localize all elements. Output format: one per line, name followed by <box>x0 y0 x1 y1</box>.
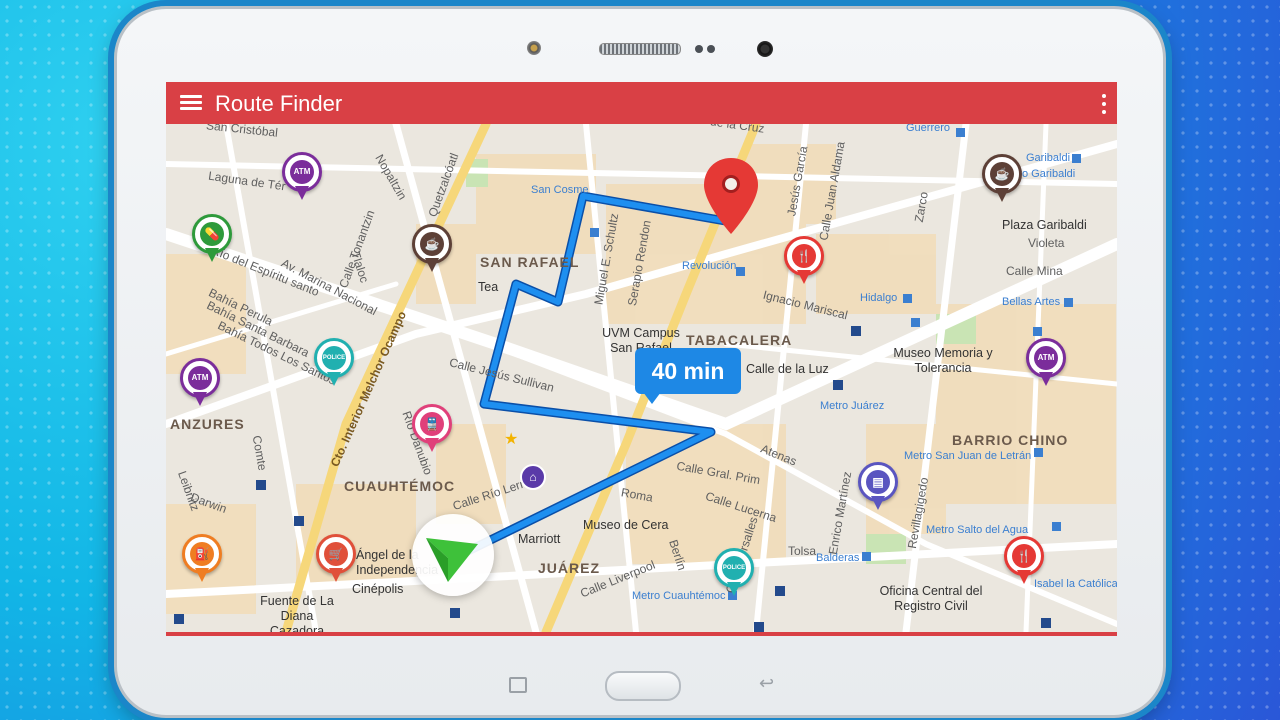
district-label: BARRIO CHINO <box>952 432 1069 448</box>
police-icon: POLICE <box>322 346 346 370</box>
metro-label: Metro Salto del Agua <box>926 524 1029 536</box>
cafe-pin[interactable]: ☕ <box>982 154 1022 204</box>
eta-badge: 40 min <box>635 348 741 394</box>
police-pin[interactable]: POLICE <box>314 338 354 388</box>
coffee-icon: ☕ <box>420 232 444 256</box>
metro-label: Hidalgo <box>860 292 898 304</box>
atm-pin[interactable]: ATM <box>1026 338 1066 388</box>
shopping-pin[interactable]: 🛒 <box>316 534 356 584</box>
bus-stop-icon: ▤ <box>866 470 890 494</box>
cafe-pin[interactable]: ☕ <box>412 224 452 274</box>
destination-pin-icon[interactable] <box>702 156 760 236</box>
atm-pin[interactable]: ATM <box>282 152 322 202</box>
current-location-button[interactable] <box>412 514 494 596</box>
bus-stop-pin[interactable]: ▤ <box>858 462 898 512</box>
district-label: CUAUHTÉMOC <box>344 478 456 494</box>
police-icon: POLICE <box>722 556 746 580</box>
metro-label: Garibaldi <box>1026 152 1071 164</box>
metro-label: Metro Juárez <box>820 400 885 412</box>
place-label: Isabel la Católica <box>1034 578 1117 590</box>
back-button[interactable]: ↩ <box>759 673 774 694</box>
place-label: Plaza Garibaldi <box>1002 218 1087 232</box>
district-label: TABACALERA <box>686 332 793 348</box>
restaurant-icon: 🍴 <box>1012 544 1036 568</box>
metro-label: Metro Cuauhtémoc <box>632 590 726 602</box>
shopping-bag-icon[interactable]: ⌂ <box>520 464 546 490</box>
police-pin[interactable]: POLICE <box>714 548 754 598</box>
place-label: Museo Memoria y Tolerancia <box>893 346 993 375</box>
district-label: JUÁREZ <box>538 560 601 576</box>
metro-label: Metro San Juan de Letrán <box>904 450 1032 462</box>
district-label: ANZURES <box>170 416 245 432</box>
place-label: Marriott <box>518 532 561 546</box>
district-label: SAN RAFAEL <box>480 254 580 270</box>
metro-label: San Cosme <box>531 184 589 196</box>
pill-icon: 💊 <box>200 222 224 246</box>
gas-station-icon: ⛽ <box>190 542 214 566</box>
atm-icon: ATM <box>1034 346 1058 370</box>
place-label: Museo de Cera <box>583 518 669 532</box>
street-label: Violeta <box>1028 236 1065 250</box>
metro-label: Bellas Artes <box>1002 296 1061 308</box>
metro-label: Revolución <box>682 260 737 272</box>
restaurant-pin[interactable]: 🍴 <box>1004 536 1044 586</box>
metro-label: Balderas <box>816 552 860 564</box>
app-screen: Route Finder ★ San Cristóbal Laguna de T… <box>166 82 1117 636</box>
navigation-arrow-icon <box>426 538 478 582</box>
eta-badge-pointer <box>643 392 661 404</box>
bottom-accent-strip <box>166 632 1117 636</box>
restaurant-pin[interactable]: 🍴 <box>784 236 824 286</box>
sensor-dot <box>695 45 703 53</box>
restaurant-icon: 🍴 <box>792 244 816 268</box>
gas-station-pin[interactable]: ⛽ <box>182 534 222 584</box>
place-label: Oficina Central del Registro Civil <box>879 584 983 613</box>
shopping-cart-icon: 🛒 <box>324 542 348 566</box>
app-title: Route Finder <box>215 91 343 116</box>
front-camera-icon <box>757 41 773 57</box>
place-label: Fuente de La Diana Cazadora <box>260 594 334 636</box>
street-label: Tea <box>478 280 499 294</box>
atm-icon: ATM <box>188 366 212 390</box>
more-options-icon[interactable] <box>1101 94 1107 114</box>
train-icon: 🚆 <box>420 412 444 436</box>
train-pin[interactable]: 🚆 <box>412 404 452 454</box>
place-label: Cinépolis <box>352 582 404 596</box>
sensor-dot <box>707 45 715 53</box>
speaker-grille <box>599 43 681 55</box>
coffee-icon: ☕ <box>990 162 1014 186</box>
app-bar: Route Finder <box>166 82 1117 124</box>
light-sensor-icon <box>527 41 541 55</box>
atm-icon: ATM <box>290 160 314 184</box>
pharmacy-pin[interactable]: 💊 <box>192 214 232 264</box>
svg-text:★: ★ <box>504 429 518 448</box>
recent-apps-button[interactable] <box>509 677 527 693</box>
street-label: Calle Mina <box>1006 264 1063 278</box>
atm-pin[interactable]: ATM <box>180 358 220 408</box>
street-label: Calle de la Luz <box>746 362 829 376</box>
street-label: Tolsa <box>788 544 817 558</box>
hamburger-menu-icon[interactable] <box>180 95 202 111</box>
home-button[interactable] <box>605 671 681 701</box>
